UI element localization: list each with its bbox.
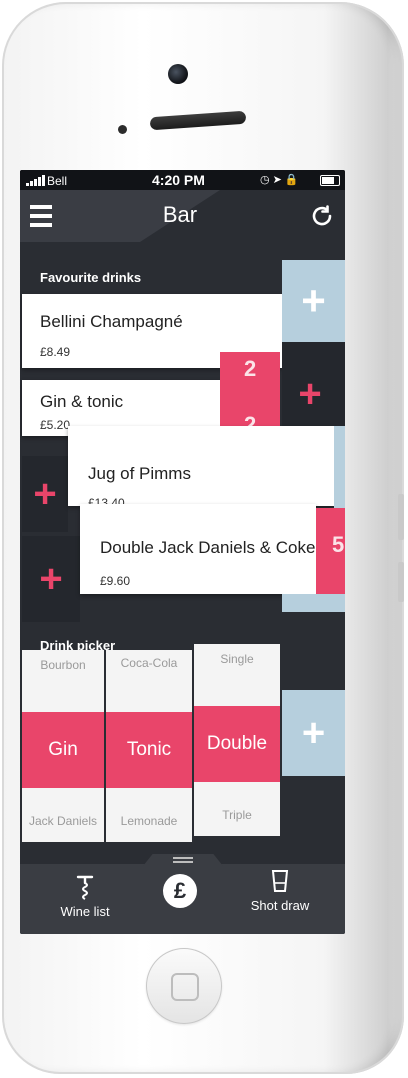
picker-option-above[interactable]: Bourbon (22, 658, 104, 672)
picker-selected-spirit[interactable]: Gin (22, 712, 104, 788)
front-camera (168, 64, 188, 84)
tab-label: Wine list (60, 904, 110, 919)
picker-option-above[interactable]: Single (194, 652, 280, 666)
tab-shot-draw[interactable]: Shot draw (232, 868, 328, 913)
add-gin-tonic-button[interactable]: + (282, 352, 338, 436)
picker-selected-measure[interactable]: Double (194, 706, 280, 782)
add-pimms-button[interactable]: + (22, 456, 68, 532)
refresh-icon[interactable] (310, 204, 334, 228)
tab-bar: Wine list £ Shot draw (20, 854, 345, 934)
tab-wine-list[interactable]: Wine list (40, 874, 130, 919)
app-screen: Bell 4:20 PM ◷➤🔒 Bar Favourite drinks Be… (20, 170, 345, 934)
picker-selected-mixer[interactable]: Tonic (106, 712, 192, 788)
add-jack-daniels-button[interactable]: + (22, 536, 80, 622)
status-bar: Bell 4:20 PM ◷➤🔒 (20, 170, 345, 190)
favourite-row-jack-daniels[interactable]: Double Jack Daniels & Coke £9.60 (80, 504, 316, 594)
tab-label: Shot draw (250, 898, 310, 913)
signal-icon (26, 175, 46, 186)
picker-option-below[interactable]: Jack Daniels (22, 814, 104, 828)
mute-switch (398, 562, 404, 602)
gin-tonic-count: 2 (244, 356, 257, 381)
earpiece-speaker (149, 110, 247, 131)
favourite-row-pimms[interactable]: Jug of Pimms £13.40 (68, 426, 334, 510)
carrier-name: Bell (47, 174, 68, 188)
picker-column-spirit[interactable]: Bourbon Gin Jack Daniels (22, 650, 104, 842)
proximity-sensor (118, 125, 127, 134)
home-square-icon (171, 973, 199, 1001)
drink-price: £8.49 (40, 345, 71, 359)
drink-price: £5.20 (40, 418, 71, 432)
drink-name: Double Jack Daniels & Coke (100, 538, 316, 557)
nav-bar: Bar (20, 190, 345, 242)
drink-price: £9.60 (100, 574, 131, 588)
pound-icon[interactable]: £ (163, 874, 197, 908)
picker-option-below[interactable]: Triple (194, 808, 280, 822)
add-picked-drink-button[interactable]: + (282, 690, 345, 776)
picker-option-below[interactable]: Lemonade (106, 814, 192, 828)
drink-name: Bellini Champagné (40, 312, 183, 331)
drink-name: Gin & tonic (40, 392, 124, 411)
jack-daniels-count: 5 (332, 532, 345, 557)
picker-column-mixer[interactable]: Coca-Cola Tonic Lemonade (106, 650, 192, 842)
gin-tonic-count-tile: 2 2 (220, 352, 280, 437)
volume-button (398, 494, 404, 540)
corkscrew-icon (76, 875, 94, 900)
add-bellini-button[interactable]: + (282, 260, 345, 342)
status-icons: ◷➤🔒 (260, 174, 302, 186)
home-button[interactable] (146, 948, 222, 1024)
picker-option-above[interactable]: Coca-Cola (106, 656, 192, 670)
drink-name: Jug of Pimms (88, 464, 191, 483)
jack-daniels-side-strip (282, 594, 345, 612)
battery-icon (320, 175, 340, 186)
favourites-label: Favourite drinks (40, 270, 142, 285)
page-title: Bar (162, 202, 198, 227)
shot-glass-icon (271, 870, 289, 892)
picker-column-measure[interactable]: Single Double Triple (194, 644, 280, 836)
jack-daniels-count-tile: 5 (316, 508, 345, 594)
pimms-side-strip (334, 426, 345, 508)
drawer-handle[interactable] (143, 854, 223, 866)
status-time: 4:20 PM (152, 172, 205, 188)
